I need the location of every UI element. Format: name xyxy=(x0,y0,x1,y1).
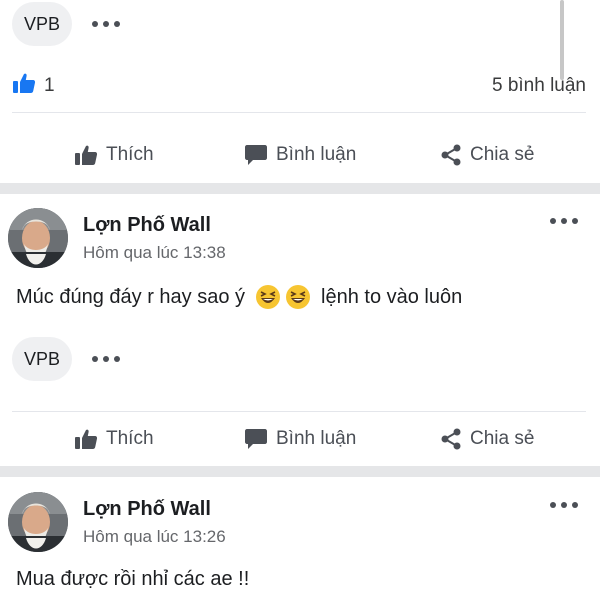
grinning-squinting-face-icon xyxy=(256,285,281,309)
post-header: Lợn Phố Wall Hôm qua lúc 13:26 xyxy=(8,492,592,556)
share-icon xyxy=(441,144,461,166)
post-tag-row: VPB xyxy=(12,337,120,381)
more-options-icon[interactable] xyxy=(550,502,578,508)
comment-button[interactable]: Bình luận xyxy=(244,144,356,166)
share-button[interactable]: Chia sẻ xyxy=(440,144,534,166)
top-post-tag-row: VPB xyxy=(12,2,120,46)
share-button[interactable]: Chia sẻ xyxy=(440,428,534,450)
stock-tag-chip[interactable]: VPB xyxy=(12,2,72,46)
thumbs-up-icon xyxy=(75,145,98,165)
more-options-icon[interactable] xyxy=(550,218,578,224)
comment-label: Bình luận xyxy=(276,144,357,165)
post-text: Múc đúng đáy r hay sao ý lệnh to vào luô… xyxy=(16,284,462,310)
more-options-icon[interactable] xyxy=(92,356,120,362)
like-button[interactable]: Thích xyxy=(74,144,154,166)
post-timestamp[interactable]: Hôm qua lúc 13:38 xyxy=(83,243,226,263)
post-header: Lợn Phố Wall Hôm qua lúc 13:38 xyxy=(8,208,592,272)
scrollbar[interactable] xyxy=(560,0,564,80)
grinning-squinting-face-icon xyxy=(286,285,311,309)
divider xyxy=(12,112,586,113)
divider xyxy=(12,411,586,412)
like-label: Thích xyxy=(106,428,154,449)
action-bar: Thích Bình luận Chia sẻ xyxy=(0,133,600,177)
comment-button[interactable]: Bình luận xyxy=(244,428,356,450)
share-label: Chia sẻ xyxy=(470,428,535,449)
author-name[interactable]: Lợn Phố Wall xyxy=(83,498,211,521)
stock-tag-chip[interactable]: VPB xyxy=(12,337,72,381)
like-button[interactable]: Thích xyxy=(74,428,154,450)
post-text-body: Mua được rồi nhỉ các ae !! xyxy=(16,568,250,590)
post-text: Mua được rồi nhỉ các ae !! xyxy=(16,568,249,591)
post-timestamp[interactable]: Hôm qua lúc 13:26 xyxy=(83,527,226,547)
comments-count[interactable]: 5 bình luận xyxy=(492,75,586,97)
like-label: Thích xyxy=(106,144,154,165)
post-text-after: lệnh to vào luôn xyxy=(321,285,463,308)
comment-icon xyxy=(245,429,267,449)
comment-label: Bình luận xyxy=(276,428,357,449)
more-options-icon[interactable] xyxy=(92,21,120,27)
avatar[interactable] xyxy=(8,492,68,552)
avatar[interactable] xyxy=(8,208,68,268)
reaction-stats: 1 5 bình luận xyxy=(12,70,586,102)
share-label: Chia sẻ xyxy=(470,144,535,165)
post-separator xyxy=(0,466,600,477)
thumbs-up-icon xyxy=(75,429,98,449)
action-bar: Thích Bình luận Chia sẻ xyxy=(0,417,600,461)
comment-icon xyxy=(245,145,267,165)
like-reaction-icon[interactable] xyxy=(12,72,36,100)
share-icon xyxy=(441,428,461,450)
likes-count[interactable]: 1 xyxy=(44,75,55,97)
post-text-before: Múc đúng đáy r hay sao ý xyxy=(16,285,246,308)
post-separator xyxy=(0,183,600,194)
author-name[interactable]: Lợn Phố Wall xyxy=(83,214,211,237)
